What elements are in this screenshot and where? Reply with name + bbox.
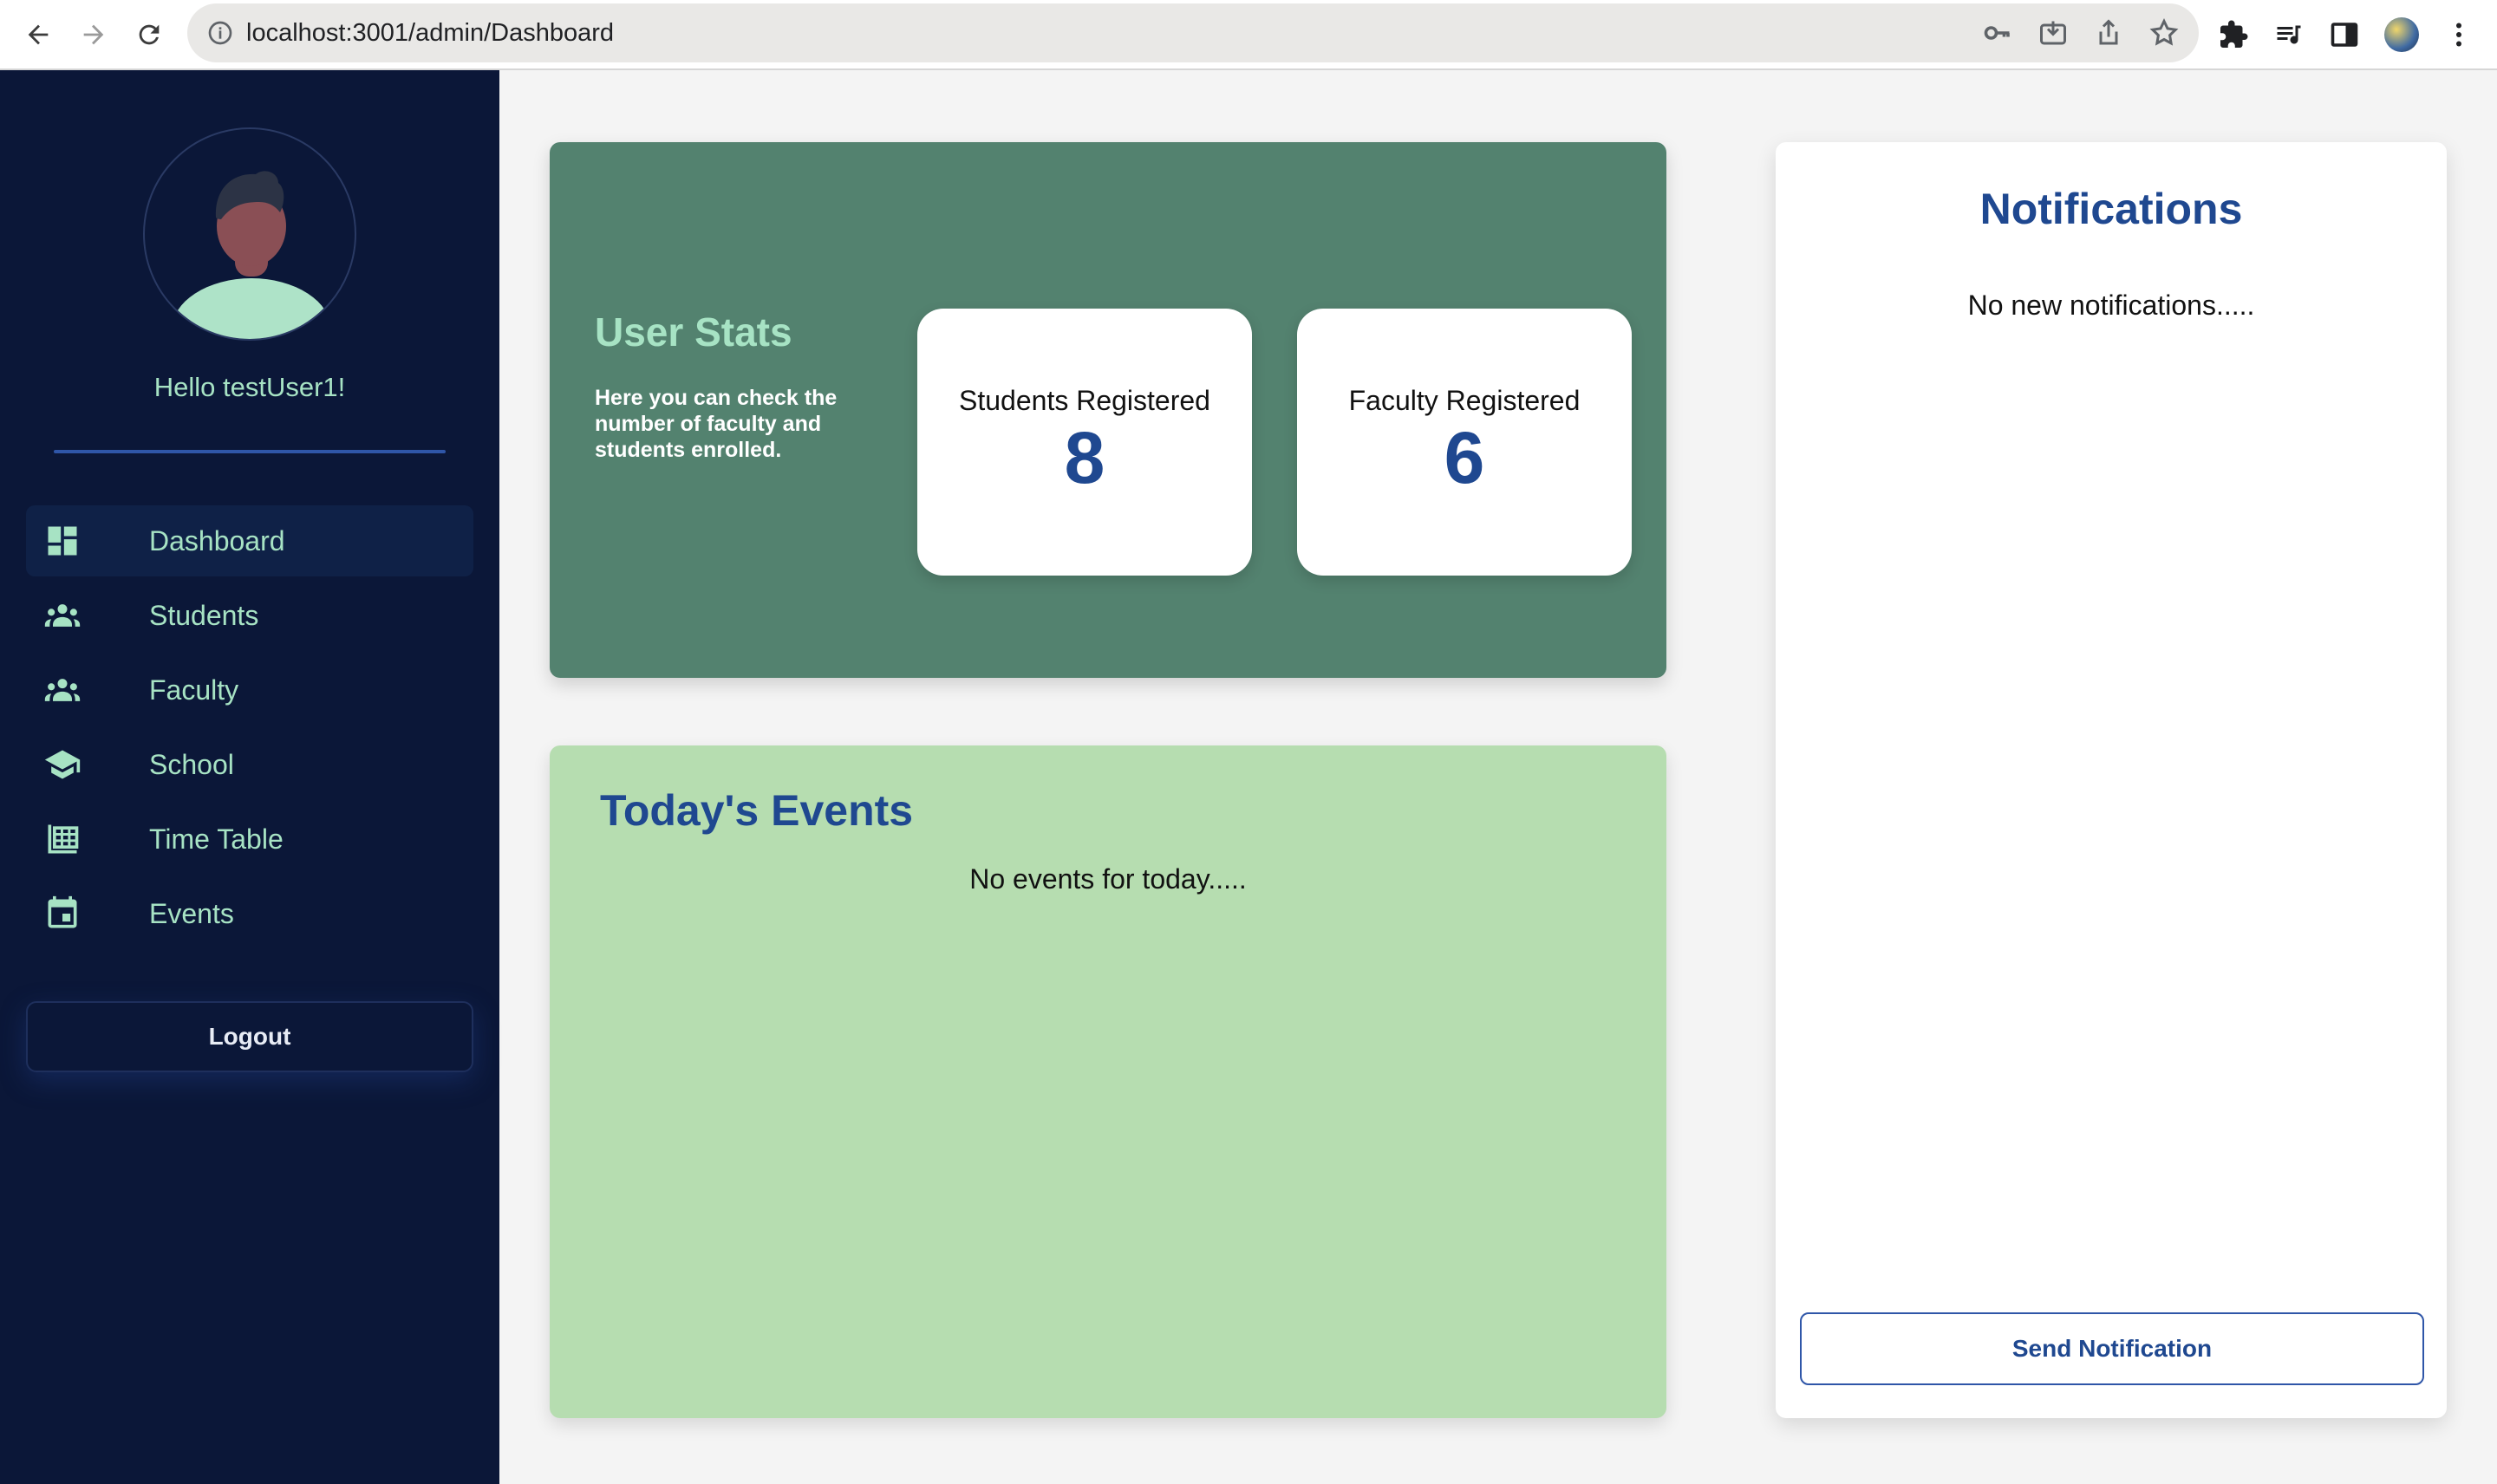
todays-events-title: Today's Events (600, 786, 914, 835)
dashboard-icon (26, 522, 99, 560)
key-icon[interactable] (1982, 17, 2013, 49)
side-panel-icon[interactable] (2329, 19, 2360, 50)
profile-avatar[interactable] (2384, 17, 2419, 52)
sidebar-item-school[interactable]: School (26, 729, 473, 800)
url-text: localhost:3001/admin/Dashboard (246, 19, 614, 47)
install-icon[interactable] (2037, 17, 2069, 49)
sidebar-divider (54, 450, 446, 453)
sidebar-item-dashboard[interactable]: Dashboard (26, 505, 473, 576)
sidebar-item-label: Dashboard (149, 524, 285, 556)
school-icon (26, 745, 99, 784)
sidebar-item-label: Students (149, 599, 259, 631)
people-icon (26, 596, 99, 635)
sidebar-item-time-table[interactable]: Time Table (26, 804, 473, 875)
user-avatar-icon (172, 171, 331, 339)
sidebar-item-students[interactable]: Students (26, 580, 473, 651)
user-stats-card: User Stats Here you can check the number… (550, 142, 1666, 678)
site-info-icon[interactable] (206, 19, 234, 47)
address-bar[interactable]: localhost:3001/admin/Dashboard (187, 3, 2199, 62)
todays-events-card: Today's Events No events for today..... (550, 745, 1666, 1418)
send-notification-button[interactable]: Send Notification (1800, 1312, 2424, 1385)
user-stats-description: Here you can check the number of faculty… (595, 386, 838, 462)
sidebar-item-events[interactable]: Events (26, 878, 473, 949)
share-icon[interactable] (2093, 17, 2124, 49)
sidebar-item-label: Faculty (149, 674, 239, 706)
students-registered-count: 8 (1064, 417, 1105, 498)
media-queue-icon[interactable] (2273, 19, 2305, 50)
sidebar-item-label: School (149, 748, 234, 780)
students-registered-label: Students Registered (959, 385, 1210, 416)
faculty-registered-label: Faculty Registered (1348, 385, 1581, 416)
extensions-icon[interactable] (2218, 19, 2249, 50)
bookmark-star-icon[interactable] (2148, 17, 2180, 49)
faculty-registered-card: Faculty Registered 6 (1297, 309, 1632, 576)
sidebar-item-label: Time Table (149, 823, 284, 855)
browser-toolbar: localhost:3001/admin/Dashboard (0, 0, 2497, 70)
sidebar-item-label: Events (149, 897, 234, 929)
sidebar-item-faculty[interactable]: Faculty (26, 654, 473, 726)
people-icon (26, 671, 99, 709)
events-empty-message: No events for today..... (969, 863, 1247, 895)
back-icon[interactable] (19, 16, 57, 54)
calendar-grid-icon (26, 820, 99, 858)
avatar (143, 127, 356, 341)
faculty-registered-count: 6 (1444, 417, 1485, 498)
forward-icon[interactable] (75, 16, 113, 54)
students-registered-card: Students Registered 8 (917, 309, 1252, 576)
reload-icon[interactable] (130, 16, 168, 54)
greeting-text: Hello testUser1! (153, 372, 346, 402)
notifications-empty-message: No new notifications..... (1967, 290, 2255, 321)
logout-button[interactable]: Logout (26, 1001, 473, 1072)
user-stats-title: User Stats (595, 309, 792, 355)
event-icon (26, 895, 99, 933)
more-menu-icon[interactable] (2443, 19, 2474, 50)
notifications-card: Notifications No new notifications..... … (1776, 142, 2447, 1418)
notifications-title: Notifications (1979, 185, 2243, 233)
sidebar: Hello testUser1! Dashboard Students Facu… (0, 70, 499, 1484)
